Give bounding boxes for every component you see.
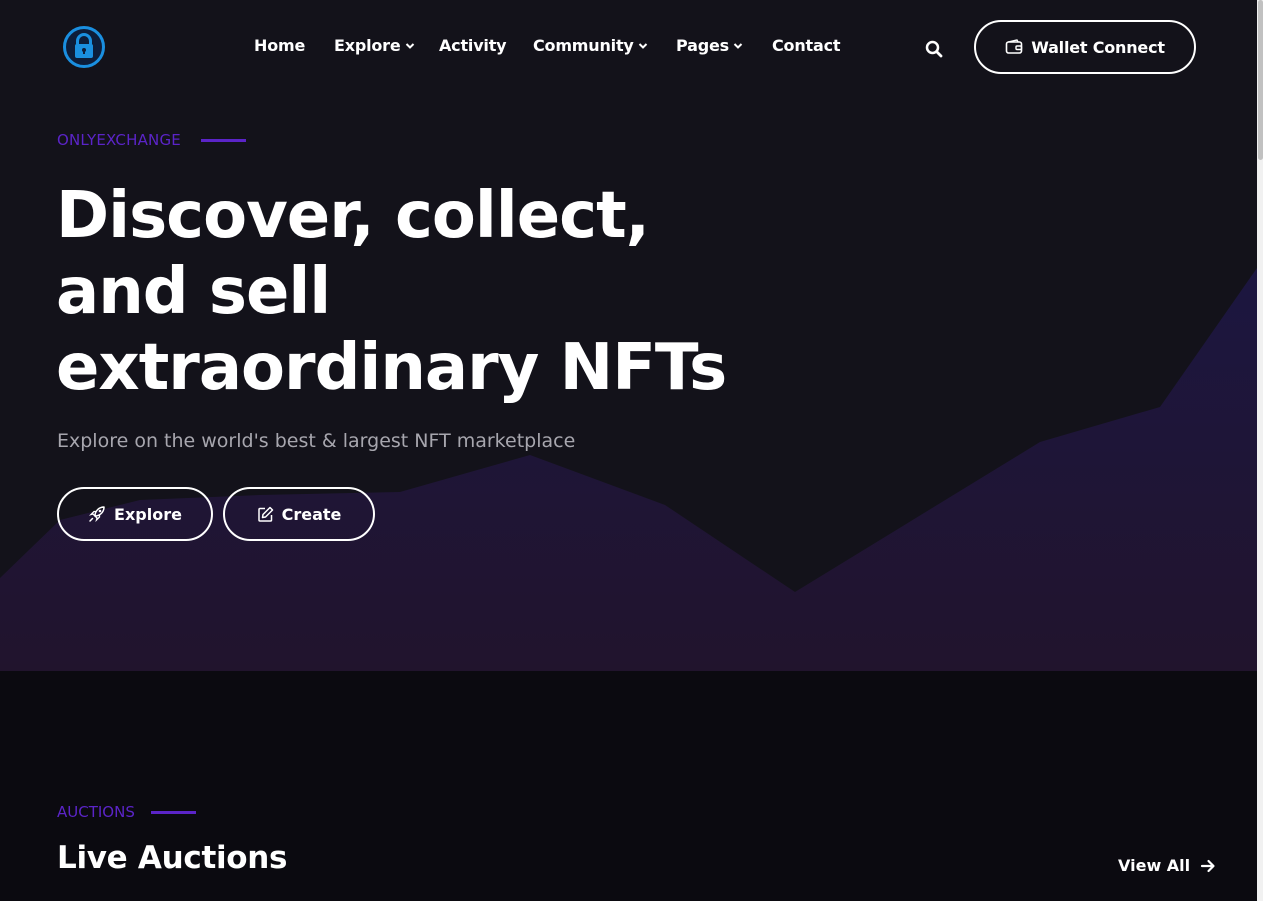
- hero-subtitle: Explore on the world's best & largest NF…: [57, 430, 576, 452]
- rocket-icon: [88, 506, 105, 523]
- nav-pages[interactable]: Pages: [676, 36, 743, 55]
- scrollbar-thumb[interactable]: [1258, 0, 1263, 160]
- nav-pages-label: Pages: [676, 36, 729, 55]
- hero-eyebrow-text: ONLYEXCHANGE: [57, 131, 181, 149]
- arrow-right-icon: [1201, 859, 1215, 872]
- chevron-down-icon: [638, 42, 647, 49]
- lock-logo-icon[interactable]: [62, 25, 106, 69]
- wallet-connect-button[interactable]: Wallet Connect: [974, 20, 1196, 74]
- nav-home[interactable]: Home: [254, 36, 305, 55]
- nav-explore-label: Explore: [334, 36, 401, 55]
- wallet-connect-label: Wallet Connect: [1031, 37, 1165, 57]
- chevron-down-icon: [405, 42, 414, 49]
- edit-icon: [257, 506, 273, 522]
- nav-community[interactable]: Community: [533, 36, 648, 55]
- nav-contact[interactable]: Contact: [772, 36, 841, 55]
- chevron-down-icon: [733, 42, 743, 49]
- explore-button-label: Explore: [114, 504, 182, 524]
- auctions-eyebrow: AUCTIONS: [57, 803, 196, 821]
- nav-contact-label: Contact: [772, 36, 841, 55]
- headline-line-3: extraordinary NFTs: [56, 331, 727, 405]
- nav-community-label: Community: [533, 36, 634, 55]
- create-button-label: Create: [281, 504, 342, 524]
- headline-line-2: and sell: [56, 255, 331, 329]
- view-all-link[interactable]: View All: [1118, 856, 1216, 875]
- nav-explore[interactable]: Explore: [334, 36, 415, 55]
- view-all-label: View All: [1118, 856, 1191, 875]
- headline-line-1: Discover, collect,: [56, 179, 650, 253]
- eyebrow-divider: [150, 810, 196, 814]
- hero-headline: Discover, collect, and sell extraordinar…: [56, 178, 727, 406]
- auctions-title: Live Auctions: [57, 840, 288, 876]
- nav-activity[interactable]: Activity: [439, 36, 507, 55]
- eyebrow-divider: [200, 138, 246, 142]
- wallet-icon: [1005, 39, 1023, 54]
- nav-home-label: Home: [254, 36, 306, 55]
- explore-button[interactable]: Explore: [57, 487, 213, 541]
- search-icon[interactable]: [924, 39, 944, 59]
- create-button[interactable]: Create: [223, 487, 375, 541]
- auctions-eyebrow-text: AUCTIONS: [57, 803, 135, 821]
- nav-activity-label: Activity: [439, 36, 507, 55]
- hero-eyebrow: ONLYEXCHANGE: [57, 131, 246, 149]
